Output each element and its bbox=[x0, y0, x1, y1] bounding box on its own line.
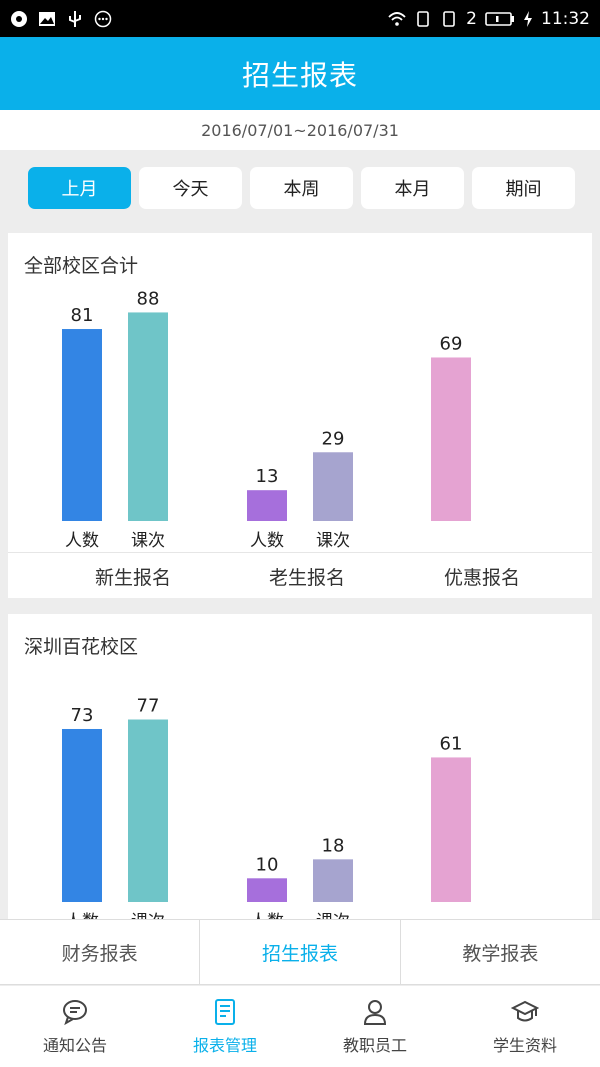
nav-label: 学生资料 bbox=[492, 1035, 557, 1055]
report-tabs: 财务报表 招生报表 教学报表 bbox=[0, 919, 600, 985]
group-label-discount: 优惠报名 bbox=[443, 566, 520, 589]
person-icon bbox=[363, 999, 387, 1025]
tab-finance-report[interactable]: 财务报表 bbox=[0, 920, 201, 984]
group-labels: 新生报名 老生报名 优惠报名 bbox=[8, 552, 592, 598]
nav-report-management[interactable]: 报表管理 bbox=[150, 986, 300, 1067]
bar-value-label: 10 bbox=[256, 854, 279, 875]
bar bbox=[431, 757, 471, 902]
wifi-icon bbox=[388, 11, 406, 26]
nav-staff[interactable]: 教职员工 bbox=[300, 986, 450, 1067]
bar-value-label: 18 bbox=[322, 835, 345, 856]
tab-enrollment-report[interactable]: 招生报表 bbox=[200, 920, 401, 984]
period-filters: 上月 今天 本周 本月 期间 bbox=[28, 167, 575, 209]
bar-category-label: 课次 bbox=[316, 912, 350, 919]
image-icon bbox=[39, 11, 55, 26]
bar-category-label: 人数 bbox=[65, 912, 99, 919]
bar-category-label: 人数 bbox=[250, 912, 284, 919]
bar-value-label: 13 bbox=[256, 466, 279, 487]
sim-slot-icon bbox=[417, 10, 429, 27]
filter-last-month[interactable]: 上月 bbox=[28, 167, 131, 209]
report-card-shenzhen-baihua: 深圳百花校区 73人数77课次10人数18课次61 bbox=[8, 614, 592, 919]
report-icon bbox=[215, 998, 235, 1025]
group-label-old: 老生报名 bbox=[268, 566, 345, 589]
bar-value-label: 77 bbox=[137, 696, 160, 717]
bar bbox=[431, 357, 471, 521]
battery-icon bbox=[485, 11, 514, 26]
sim-number: 2 bbox=[466, 8, 477, 29]
bar-chart: 81 人数 88 课次 13 人数 29 课次 69 bbox=[62, 288, 471, 551]
page-title: 招生报表 bbox=[241, 58, 358, 92]
nav-label: 教职员工 bbox=[342, 1035, 407, 1055]
bar-value-label: 81 bbox=[71, 305, 94, 326]
nav-label: 通知公告 bbox=[42, 1035, 107, 1055]
bar bbox=[128, 312, 168, 521]
sim-slot-icon bbox=[443, 10, 455, 27]
bar-value-label: 73 bbox=[71, 705, 94, 726]
tab-teaching-report[interactable]: 教学报表 bbox=[401, 920, 600, 984]
bar bbox=[313, 452, 353, 521]
chat-bubble-icon bbox=[63, 999, 87, 1025]
bar-value-label: 88 bbox=[137, 288, 160, 309]
bar-category-label: 课次 bbox=[131, 912, 165, 919]
bar-value-label: 61 bbox=[440, 733, 463, 754]
bar bbox=[128, 719, 168, 902]
date-range: 2016/07/01~2016/07/31 bbox=[0, 110, 600, 150]
nav-label: 报表管理 bbox=[192, 1035, 257, 1055]
bar-category-label: 人数 bbox=[250, 531, 284, 551]
usb-icon bbox=[69, 10, 81, 27]
eye-icon bbox=[11, 10, 27, 27]
bar-category-label: 课次 bbox=[131, 531, 165, 551]
bar-category-label: 人数 bbox=[65, 531, 99, 551]
bar-category-label: 课次 bbox=[316, 531, 350, 551]
filter-this-month[interactable]: 本月 bbox=[361, 167, 464, 209]
bar-value-label: 69 bbox=[440, 333, 463, 354]
bar bbox=[62, 728, 102, 902]
bottom-nav: 通知公告 报表管理 教职员工 学生资料 bbox=[0, 986, 600, 1067]
charging-icon bbox=[524, 10, 532, 27]
nav-student-info[interactable]: 学生资料 bbox=[450, 986, 600, 1067]
group-label-new: 新生报名 bbox=[94, 566, 171, 589]
filter-period[interactable]: 期间 bbox=[472, 167, 575, 209]
graduation-cap-icon bbox=[511, 1000, 539, 1021]
bar-value-label: 29 bbox=[322, 428, 345, 449]
bar bbox=[62, 329, 102, 521]
more-circle-icon bbox=[94, 10, 112, 27]
app-header: 招生报表 bbox=[0, 37, 600, 110]
filter-today[interactable]: 今天 bbox=[139, 167, 242, 209]
nav-notices[interactable]: 通知公告 bbox=[0, 986, 150, 1067]
bar bbox=[247, 878, 287, 902]
clock: 11:32 bbox=[541, 8, 590, 29]
bar bbox=[247, 490, 287, 521]
filter-this-week[interactable]: 本周 bbox=[250, 167, 353, 209]
status-bar: 2 11:32 bbox=[0, 0, 600, 37]
report-card-all-campuses: 全部校区合计 81 人数 88 课次 13 人数 29 课次 69 新生报名 老生报名 优惠报名 bbox=[8, 233, 592, 598]
bar-chart: 73 人数 77 课次 10 人数 18 课次 61 bbox=[62, 696, 471, 919]
bar bbox=[313, 859, 353, 902]
